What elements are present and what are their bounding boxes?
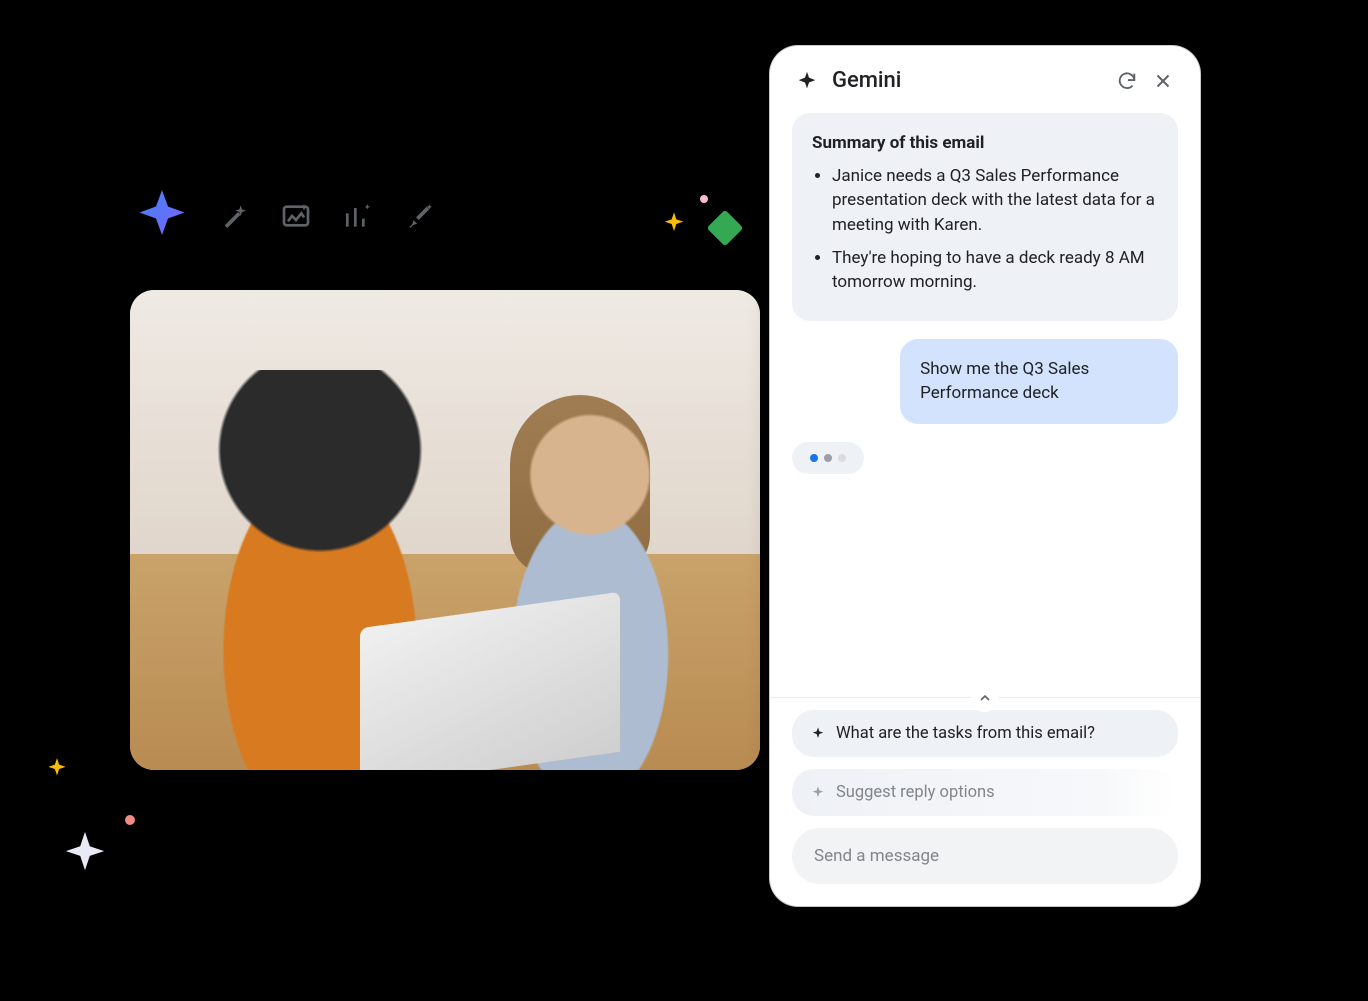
sparkle-yellow-icon xyxy=(44,756,70,782)
typing-indicator xyxy=(792,442,864,474)
gemini-sparkle-icon xyxy=(796,70,818,92)
sparkle-white-icon xyxy=(62,830,108,876)
sparkle-yellow-icon xyxy=(660,210,688,238)
sparkle-gradient-icon xyxy=(132,185,192,245)
hero-photo xyxy=(130,290,760,770)
conversation-body: Summary of this email Janice needs a Q3 … xyxy=(770,107,1200,697)
input-placeholder: Send a message xyxy=(814,846,939,866)
ai-bullet: Janice needs a Q3 Sales Performance pres… xyxy=(832,164,1158,238)
toolbar-icon-row xyxy=(218,200,436,232)
panel-title: Gemini xyxy=(832,68,1102,93)
suggestion-label: Suggest reply options xyxy=(836,783,995,802)
deco-diamond xyxy=(707,210,744,247)
sparkle-icon xyxy=(810,785,826,801)
image-sparkle-icon xyxy=(280,200,312,232)
ai-bullet: They're hoping to have a deck ready 8 AM… xyxy=(832,246,1158,295)
message-input[interactable]: Send a message xyxy=(792,828,1178,884)
panel-bottom: What are the tasks from this email? Sugg… xyxy=(770,697,1200,906)
sparkle-icon xyxy=(810,726,826,742)
user-message: Show me the Q3 Sales Performance deck xyxy=(900,339,1178,424)
brush-sparkle-icon xyxy=(404,200,436,232)
ai-message: Summary of this email Janice needs a Q3 … xyxy=(792,113,1178,321)
ai-message-title: Summary of this email xyxy=(812,131,1158,156)
chart-sparkle-icon xyxy=(342,200,374,232)
gemini-panel: Gemini Summary of this email Janice need… xyxy=(770,46,1200,906)
magic-wand-icon xyxy=(218,200,250,232)
refresh-button[interactable] xyxy=(1116,70,1138,92)
deco-dot xyxy=(700,195,708,203)
suggestion-label: What are the tasks from this email? xyxy=(836,724,1095,743)
expand-suggestions-button[interactable] xyxy=(971,684,999,712)
suggestion-chip[interactable]: What are the tasks from this email? xyxy=(792,710,1178,757)
panel-header: Gemini xyxy=(770,46,1200,107)
suggestion-chip[interactable]: Suggest reply options xyxy=(792,769,1178,816)
close-button[interactable] xyxy=(1152,70,1174,92)
deco-dot xyxy=(125,815,135,825)
